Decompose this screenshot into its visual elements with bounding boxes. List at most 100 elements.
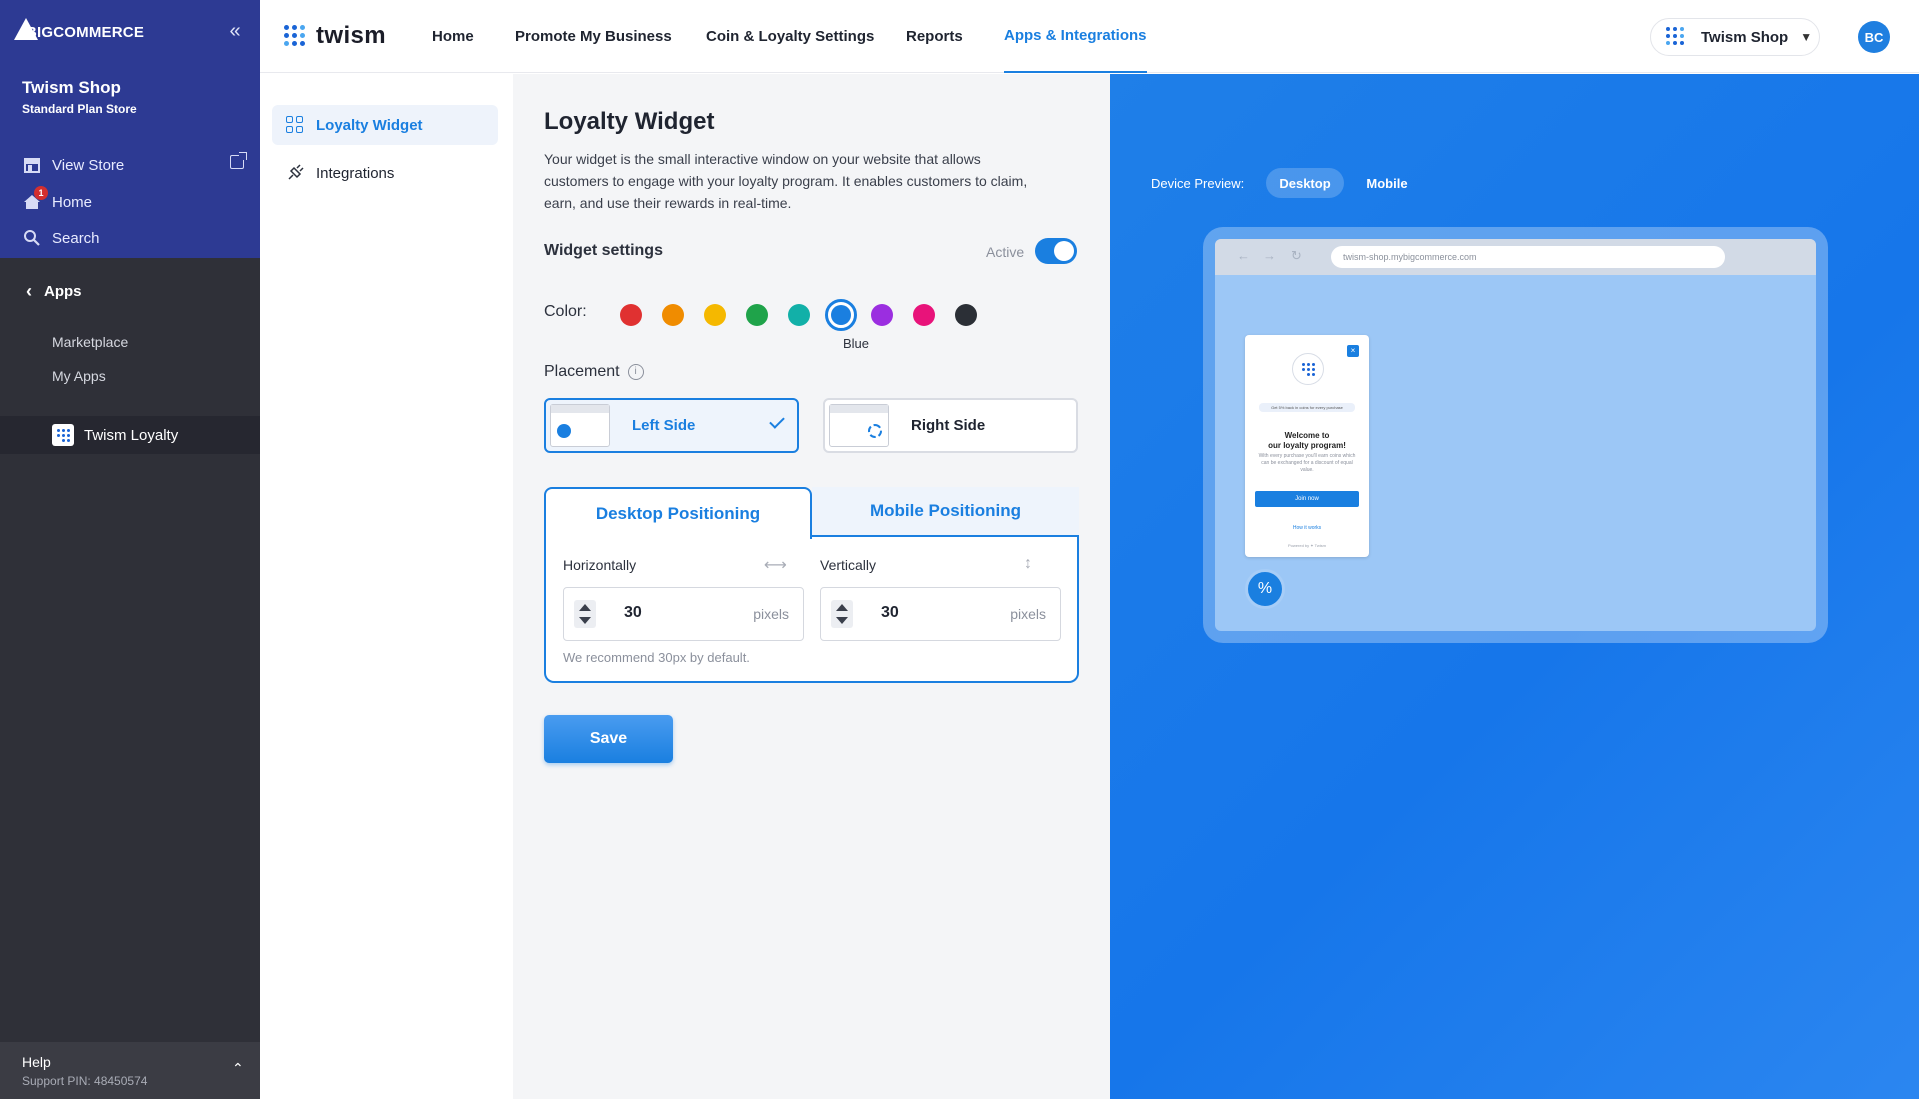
close-icon: × bbox=[1347, 345, 1359, 357]
avatar[interactable]: BC bbox=[1858, 21, 1890, 53]
shop-switcher[interactable]: Twism Shop ▼ bbox=[1650, 18, 1820, 56]
home-icon: 1 bbox=[22, 186, 48, 212]
tab-apps-integrations[interactable]: Apps & Integrations bbox=[1004, 0, 1147, 73]
chevron-up-icon[interactable]: ⌃ bbox=[232, 1060, 244, 1077]
help-panel[interactable]: Help Support PIN: 48450574 ⌃ bbox=[0, 1042, 260, 1099]
vertical-value: 30 bbox=[881, 604, 899, 621]
forward-arrow-icon: → bbox=[1263, 248, 1276, 263]
color-label: Color: bbox=[544, 303, 587, 320]
notification-badge: 1 bbox=[34, 186, 48, 200]
sidebar-item-marketplace[interactable]: Marketplace bbox=[52, 334, 128, 350]
twism-wordmark: twism bbox=[316, 22, 387, 49]
store-plan: Standard Plan Store bbox=[22, 102, 137, 116]
bigcommerce-logo-text: BIGCOMMERCE bbox=[26, 24, 145, 41]
placement-label-text: Placement bbox=[544, 363, 620, 380]
color-swatch-black[interactable] bbox=[955, 304, 977, 326]
color-swatch-red[interactable] bbox=[620, 304, 642, 326]
selected-color-name: Blue bbox=[842, 336, 870, 351]
tab-reports[interactable]: Reports bbox=[906, 0, 963, 73]
horizontal-label: Horizontally bbox=[563, 557, 637, 573]
device-mobile-button[interactable]: Mobile bbox=[1357, 168, 1417, 198]
reload-icon: ↻ bbox=[1291, 248, 1302, 263]
top-navbar: twism Home Promote My Business Coin & Lo… bbox=[260, 0, 1919, 73]
browser-url: twism-shop.mybigcommerce.com bbox=[1331, 246, 1725, 268]
sidebar-item-label: Search bbox=[52, 229, 100, 247]
nav-integrations[interactable]: Integrations bbox=[272, 153, 498, 193]
sidebar-back-apps[interactable]: ‹ Apps bbox=[26, 281, 82, 302]
vertical-stepper[interactable] bbox=[831, 600, 853, 628]
vertical-unit: pixels bbox=[1010, 606, 1046, 622]
placement-left-side[interactable]: Left Side bbox=[544, 398, 799, 453]
widget-promo-pill: Get 5% back in coins for every purchase bbox=[1259, 403, 1355, 412]
widget-settings-heading: Widget settings bbox=[544, 242, 663, 259]
horizontal-value: 30 bbox=[624, 604, 642, 621]
info-icon[interactable]: i bbox=[627, 364, 644, 380]
vertical-arrows-icon: ↕ bbox=[1024, 555, 1032, 572]
color-swatch-teal[interactable] bbox=[788, 304, 810, 326]
chevron-left-icon: ‹ bbox=[26, 281, 32, 301]
twism-logo-icon bbox=[1665, 26, 1687, 48]
tab-desktop-positioning[interactable]: Desktop Positioning bbox=[544, 487, 812, 539]
widget-join-button: Join now bbox=[1255, 491, 1359, 507]
nav-item-label: Loyalty Widget bbox=[316, 116, 423, 134]
tab-coin-loyalty-settings[interactable]: Coin & Loyalty Settings bbox=[706, 0, 874, 73]
positioning-card: Desktop Positioning Mobile Positioning H… bbox=[544, 487, 1079, 683]
widget-powered-by: Powered by ✦ Twism bbox=[1288, 543, 1326, 548]
placement-right-side[interactable]: Right Side bbox=[823, 398, 1078, 453]
widget-settings-panel: Loyalty Widget Your widget is the small … bbox=[513, 74, 1110, 1099]
sidebar-item-view-store[interactable]: View Store bbox=[22, 151, 124, 179]
positioning-body: Horizontally ⟷ 30 pixels Vertically ↕ 30… bbox=[544, 535, 1079, 683]
widget-heading-line2: our loyalty program! bbox=[1268, 441, 1346, 450]
sidebar-item-home[interactable]: 1 Home bbox=[22, 186, 93, 216]
color-swatch-green[interactable] bbox=[746, 304, 768, 326]
tab-home[interactable]: Home bbox=[432, 0, 474, 73]
device-desktop-button[interactable]: Desktop bbox=[1266, 168, 1344, 198]
sidebar-section-label: Apps bbox=[44, 283, 82, 300]
tab-promote-my-business[interactable]: Promote My Business bbox=[515, 0, 672, 73]
sidebar-item-twism-loyalty[interactable]: Twism Loyalty bbox=[0, 416, 260, 454]
support-pin: Support PIN: 48450574 bbox=[22, 1074, 148, 1088]
horizontal-offset-input[interactable]: 30 pixels bbox=[563, 587, 804, 641]
browser-toolbar: ← → ↻ twism-shop.mybigcommerce.com bbox=[1215, 239, 1816, 275]
left-placement-illustration bbox=[550, 404, 610, 447]
page-description: Your widget is the small interactive win… bbox=[544, 151, 1028, 211]
color-swatch-yellow[interactable] bbox=[704, 304, 726, 326]
bc-sidebar-header: BIGCOMMERCE « Twism Shop Standard Plan S… bbox=[0, 0, 260, 258]
storefront-icon bbox=[22, 155, 42, 175]
check-icon bbox=[769, 413, 785, 429]
grid-icon bbox=[286, 116, 304, 134]
twism-app-icon bbox=[52, 424, 74, 446]
placement-label: Placement i bbox=[544, 363, 644, 381]
widget-body-text: With every purchase you'll earn coins wh… bbox=[1258, 453, 1356, 473]
color-swatch-purple[interactable] bbox=[871, 304, 893, 326]
color-swatch-orange[interactable] bbox=[662, 304, 684, 326]
vertical-offset-input[interactable]: 30 pixels bbox=[820, 587, 1061, 641]
placement-option-label: Left Side bbox=[632, 417, 696, 434]
twism-logo[interactable]: twism bbox=[282, 22, 386, 50]
nav-loyalty-widget[interactable]: Loyalty Widget bbox=[272, 105, 498, 145]
sidebar-item-search[interactable]: Search bbox=[22, 224, 100, 252]
horizontal-stepper[interactable] bbox=[574, 600, 596, 628]
vertical-label: Vertically bbox=[820, 557, 877, 573]
app-side-nav: Loyalty Widget Integrations bbox=[260, 74, 513, 1099]
store-name: Twism Shop bbox=[22, 78, 121, 97]
save-button[interactable]: Save bbox=[544, 715, 673, 763]
widget-launcher-icon: % bbox=[1245, 569, 1285, 609]
sidebar-item-my-apps[interactable]: My Apps bbox=[52, 368, 106, 384]
tab-mobile-positioning[interactable]: Mobile Positioning bbox=[812, 487, 1079, 537]
right-placement-illustration bbox=[829, 404, 889, 447]
sidebar-item-label: Home bbox=[52, 193, 93, 211]
help-title: Help bbox=[22, 1054, 51, 1070]
collapse-sidebar-icon[interactable]: « bbox=[224, 20, 246, 42]
sidebar-item-label: View Store bbox=[52, 156, 125, 174]
page-title: Loyalty Widget bbox=[544, 108, 715, 135]
twism-logo-icon bbox=[1292, 353, 1324, 385]
placement-option-label: Right Side bbox=[911, 417, 986, 434]
browser-mockup: ← → ↻ twism-shop.mybigcommerce.com × Get… bbox=[1215, 239, 1816, 631]
widget-preview-panel: Device Preview: Desktop Mobile ← → ↻ twi… bbox=[1110, 74, 1919, 1099]
external-link-icon[interactable] bbox=[230, 152, 247, 169]
color-swatch-pink[interactable] bbox=[913, 304, 935, 326]
plug-icon bbox=[286, 164, 304, 182]
color-swatch-blue[interactable] bbox=[825, 299, 857, 331]
active-toggle[interactable] bbox=[1035, 238, 1077, 264]
